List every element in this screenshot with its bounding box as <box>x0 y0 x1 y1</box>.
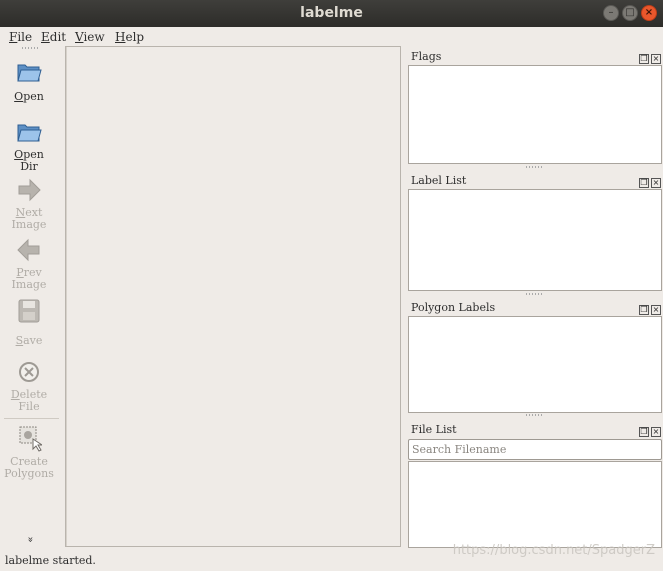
menu-edit[interactable]: Edit <box>41 30 66 44</box>
toolbar-separator <box>4 418 59 419</box>
canvas-viewport <box>66 47 400 546</box>
toolbar-overflow-button[interactable]: » <box>25 534 36 545</box>
tools-toolbar: Open Open Dir Next Image Prev Image Save <box>0 47 61 552</box>
open-button[interactable]: Open <box>0 57 58 103</box>
toolbar-grip[interactable] <box>22 47 40 49</box>
folder-open-icon <box>17 64 42 82</box>
file-search-field[interactable] <box>408 439 662 460</box>
next-image-button[interactable]: Next Image <box>0 177 58 231</box>
prev-image-button[interactable]: Prev Image <box>0 237 58 291</box>
float-dock-icon[interactable]: ❐ <box>639 427 649 437</box>
file-list-dock: File List ❐ × <box>406 0 663 552</box>
arrow-left-icon <box>17 238 40 262</box>
close-dock-icon[interactable]: × <box>651 427 661 437</box>
image-canvas[interactable] <box>65 46 401 547</box>
status-message: labelme started. <box>5 554 96 567</box>
watermark-text: https://blog.csdn.net/SpadgerZ <box>452 543 655 558</box>
open-dir-button[interactable]: Open Dir <box>0 117 58 173</box>
save-button[interactable]: Save <box>0 297 58 347</box>
delete-circle-icon <box>19 362 39 382</box>
create-polygons-button[interactable]: Create Polygons <box>0 424 58 480</box>
menu-view[interactable]: View <box>75 30 105 44</box>
file-search-input[interactable] <box>409 440 661 459</box>
file-list-dock-title: File List <box>411 423 457 436</box>
menu-file[interactable]: File <box>9 30 32 44</box>
delete-file-button[interactable]: Delete File <box>0 359 58 413</box>
folder-open-icon <box>17 124 42 142</box>
arrow-right-icon <box>18 178 41 202</box>
floppy-disk-icon <box>18 299 40 323</box>
create-polygon-icon <box>19 426 42 452</box>
file-list-panel[interactable] <box>408 461 662 548</box>
menu-help[interactable]: Help <box>115 30 144 44</box>
